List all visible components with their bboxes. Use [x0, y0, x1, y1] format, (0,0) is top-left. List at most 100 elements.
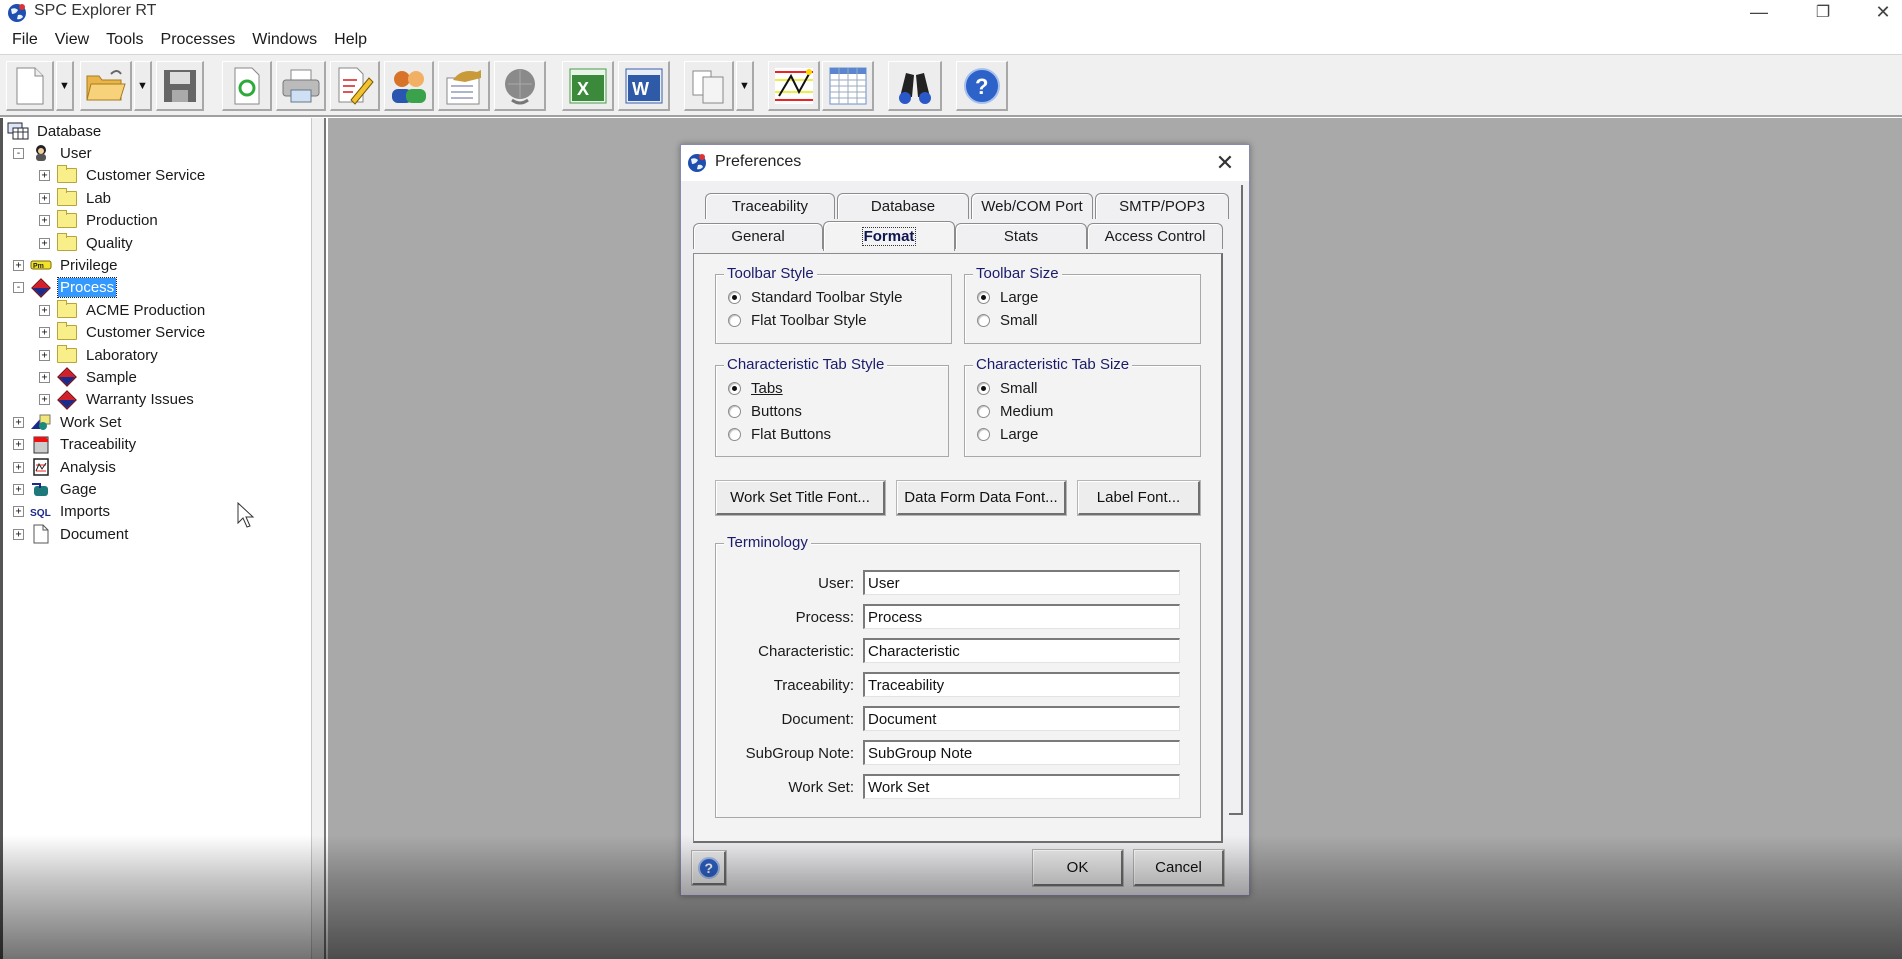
menu-windows[interactable]: Windows [252, 28, 326, 54]
tree-item-process[interactable]: - Process [13, 277, 118, 299]
expand-icon[interactable]: + [13, 528, 24, 540]
excel-export-button[interactable]: X [562, 61, 614, 111]
user-term-input[interactable] [863, 570, 1180, 595]
tree-item-database[interactable]: Database [7, 120, 103, 142]
tree-item-document[interactable]: + Document [13, 523, 130, 545]
tree-item-user[interactable]: - User [13, 142, 94, 164]
close-button[interactable]: ✕ [1864, 0, 1902, 24]
radio-tab-size-small[interactable]: Small [977, 380, 1038, 397]
tree-item-quality[interactable]: + Quality [39, 232, 135, 254]
expand-icon[interactable]: + [13, 461, 24, 473]
expand-icon[interactable]: + [39, 349, 50, 361]
radio-flat-buttons[interactable]: Flat Buttons [728, 426, 831, 443]
tree-item-analysis[interactable]: + Analysis [13, 456, 118, 478]
characteristic-term-input[interactable] [863, 638, 1180, 663]
tree-item-acme-production[interactable]: + ACME Production [39, 299, 207, 321]
open-dropdown-button[interactable]: ▼ [134, 61, 152, 111]
menu-file[interactable]: File [12, 28, 47, 54]
edit-button[interactable] [330, 61, 380, 111]
tree-item-traceability[interactable]: + Traceability [13, 434, 138, 456]
tree-item-customer-service[interactable]: + Customer Service [39, 165, 207, 187]
traceability-term-input[interactable] [863, 672, 1180, 697]
expand-icon[interactable]: + [39, 394, 50, 406]
tree-item-warranty-issues[interactable]: + Warranty Issues [39, 389, 196, 411]
tree-item-imports[interactable]: + SQL Imports [13, 501, 112, 523]
radio-tabs[interactable]: Tabs [728, 380, 783, 397]
menu-view[interactable]: View [55, 28, 98, 54]
radio-flat-toolbar-style[interactable]: Flat Toolbar Style [728, 312, 867, 329]
tree-item-sample[interactable]: + Sample [39, 366, 139, 388]
tree-item-privilege[interactable]: + Pm Privilege [13, 254, 120, 276]
expand-icon[interactable]: + [39, 170, 50, 182]
cancel-button[interactable]: Cancel [1134, 850, 1224, 886]
print-button[interactable] [276, 61, 326, 111]
tree-item-laboratory[interactable]: + Laboratory [39, 344, 160, 366]
copy-dropdown-button[interactable]: ▼ [736, 61, 754, 111]
minimize-button[interactable]: — [1736, 0, 1782, 24]
tab-smtp-pop3[interactable]: SMTP/POP3 [1095, 193, 1229, 219]
expand-icon[interactable]: + [13, 483, 24, 495]
users-button[interactable] [384, 61, 434, 111]
radio-tab-size-large[interactable]: Large [977, 426, 1038, 443]
copy-button[interactable] [684, 61, 734, 111]
tree-item-work-set[interactable]: + Work Set [13, 411, 123, 433]
tree-item-customer-service[interactable]: + Customer Service [39, 322, 207, 344]
work-set-title-font-button[interactable]: Work Set Title Font... [716, 481, 885, 515]
collapse-icon[interactable]: - [13, 282, 24, 294]
expand-icon[interactable]: + [39, 192, 50, 204]
tab-traceability[interactable]: Traceability [705, 193, 835, 219]
tab-access-control[interactable]: Access Control [1087, 223, 1223, 249]
expand-icon[interactable]: + [13, 416, 24, 428]
tab-database[interactable]: Database [837, 193, 969, 219]
expand-icon[interactable]: + [39, 371, 50, 383]
process-term-input[interactable] [863, 604, 1180, 629]
dialog-close-button[interactable]: ✕ [1211, 149, 1239, 177]
web-button[interactable] [494, 61, 546, 111]
help-button[interactable]: ? [956, 61, 1008, 111]
label-font-button[interactable]: Label Font... [1078, 481, 1200, 515]
refresh-button[interactable] [222, 61, 272, 111]
new-document-button[interactable] [6, 61, 54, 111]
work-set-term-input[interactable] [863, 774, 1180, 799]
data-form-data-font-button[interactable]: Data Form Data Font... [897, 481, 1066, 515]
expand-icon[interactable]: + [39, 304, 50, 316]
radio-standard-toolbar-style[interactable]: Standard Toolbar Style [728, 289, 903, 306]
tree-item-production[interactable]: + Production [39, 210, 160, 232]
data-grid-button[interactable] [822, 61, 874, 111]
subgroup-note-term-input[interactable] [863, 740, 1180, 765]
radio-toolbar-size-small[interactable]: Small [977, 312, 1038, 329]
find-button[interactable] [888, 61, 942, 111]
radio-tab-size-medium[interactable]: Medium [977, 403, 1053, 420]
ok-button[interactable]: OK [1033, 850, 1123, 886]
tab-format[interactable]: Format [823, 221, 955, 251]
document-term-input[interactable] [863, 706, 1180, 731]
tab-general[interactable]: General [693, 223, 823, 249]
expand-icon[interactable]: + [13, 439, 24, 451]
panel-splitter[interactable] [312, 118, 326, 959]
expand-icon[interactable]: + [13, 506, 24, 518]
dialog-help-button[interactable]: ? [692, 851, 726, 885]
radio-toolbar-size-large[interactable]: Large [977, 289, 1038, 306]
tab-stats[interactable]: Stats [955, 223, 1087, 249]
tree-item-lab[interactable]: + Lab [39, 187, 113, 209]
report-button[interactable] [438, 61, 490, 111]
save-button[interactable] [156, 61, 204, 111]
open-button[interactable] [80, 61, 132, 111]
new-dropdown-button[interactable]: ▼ [56, 61, 74, 111]
tab-web-com-port[interactable]: Web/COM Port [971, 193, 1093, 219]
expand-icon[interactable]: + [13, 259, 24, 271]
expand-icon[interactable]: + [39, 327, 50, 339]
menu-help[interactable]: Help [334, 28, 376, 54]
collapse-icon[interactable]: - [13, 147, 24, 159]
expand-icon[interactable]: + [39, 215, 50, 227]
tree-item-gage[interactable]: + Gage [13, 478, 99, 500]
radio-unchecked-icon [728, 314, 741, 327]
restore-button[interactable]: ❐ [1800, 0, 1846, 24]
expand-icon[interactable]: + [39, 237, 50, 249]
tree-label: Customer Service [86, 324, 206, 342]
word-export-button[interactable]: W [618, 61, 670, 111]
menu-tools[interactable]: Tools [106, 28, 152, 54]
radio-buttons[interactable]: Buttons [728, 403, 802, 420]
control-chart-button[interactable] [768, 61, 820, 111]
menu-processes[interactable]: Processes [161, 28, 245, 54]
